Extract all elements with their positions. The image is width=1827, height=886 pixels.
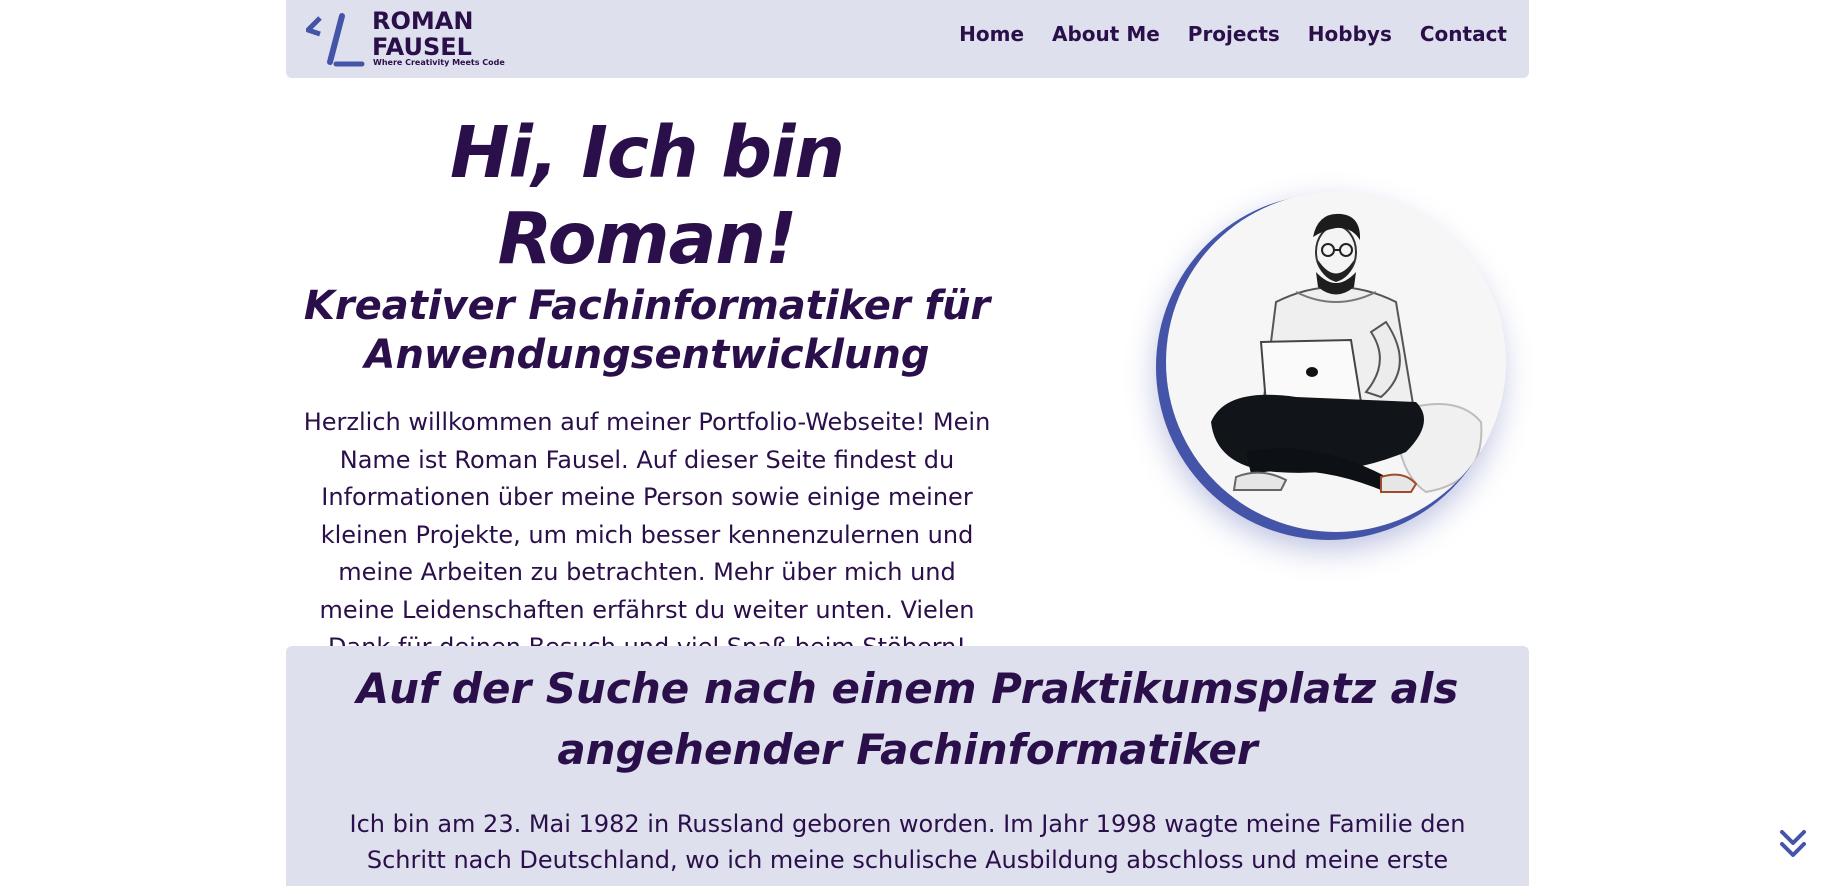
- portrait-image: [1166, 192, 1506, 532]
- about-text: Ich bin am 23. Mai 1982 in Russland gebo…: [349, 810, 1466, 874]
- hero: Hi, Ich bin Roman! Kreativer Fachinforma…: [300, 110, 994, 667]
- logo[interactable]: ROMAN FAUSEL Where Creativity Meets Code: [306, 8, 505, 70]
- scroll-down-button[interactable]: [1776, 826, 1810, 860]
- about-title: Auf der Suche nach einem Praktikumsplatz…: [356, 664, 1459, 774]
- hero-subtitle: Kreativer Fachinformatiker für Anwendung…: [303, 283, 991, 378]
- logo-tagline: Where Creativity Meets Code: [373, 58, 505, 67]
- double-chevron-down-icon: [1780, 830, 1806, 857]
- developer-illustration: [1211, 213, 1483, 494]
- nav-hobbys[interactable]: Hobbys: [1308, 22, 1392, 46]
- hero-intro: Herzlich willkommen auf meiner Portfolio…: [303, 408, 991, 661]
- nav-about-me[interactable]: About Me: [1052, 22, 1160, 46]
- nav-home[interactable]: Home: [959, 22, 1024, 46]
- logo-line-1: ROMAN: [372, 7, 474, 35]
- hero-title: Hi, Ich bin Roman!: [450, 111, 845, 280]
- site-header: ROMAN FAUSEL Where Creativity Meets Code…: [286, 0, 1529, 78]
- main-nav: Home About Me Projects Hobbys Contact: [959, 22, 1507, 46]
- portrait-container: [1152, 190, 1512, 550]
- nav-projects[interactable]: Projects: [1188, 22, 1280, 46]
- logo-line-2: FAUSEL: [372, 33, 472, 61]
- nav-contact[interactable]: Contact: [1420, 22, 1507, 46]
- code-slash-icon: [306, 13, 365, 67]
- about-section: Auf der Suche nach einem Praktikumsplatz…: [286, 646, 1529, 886]
- logo-name: ROMAN FAUSEL: [372, 8, 473, 60]
